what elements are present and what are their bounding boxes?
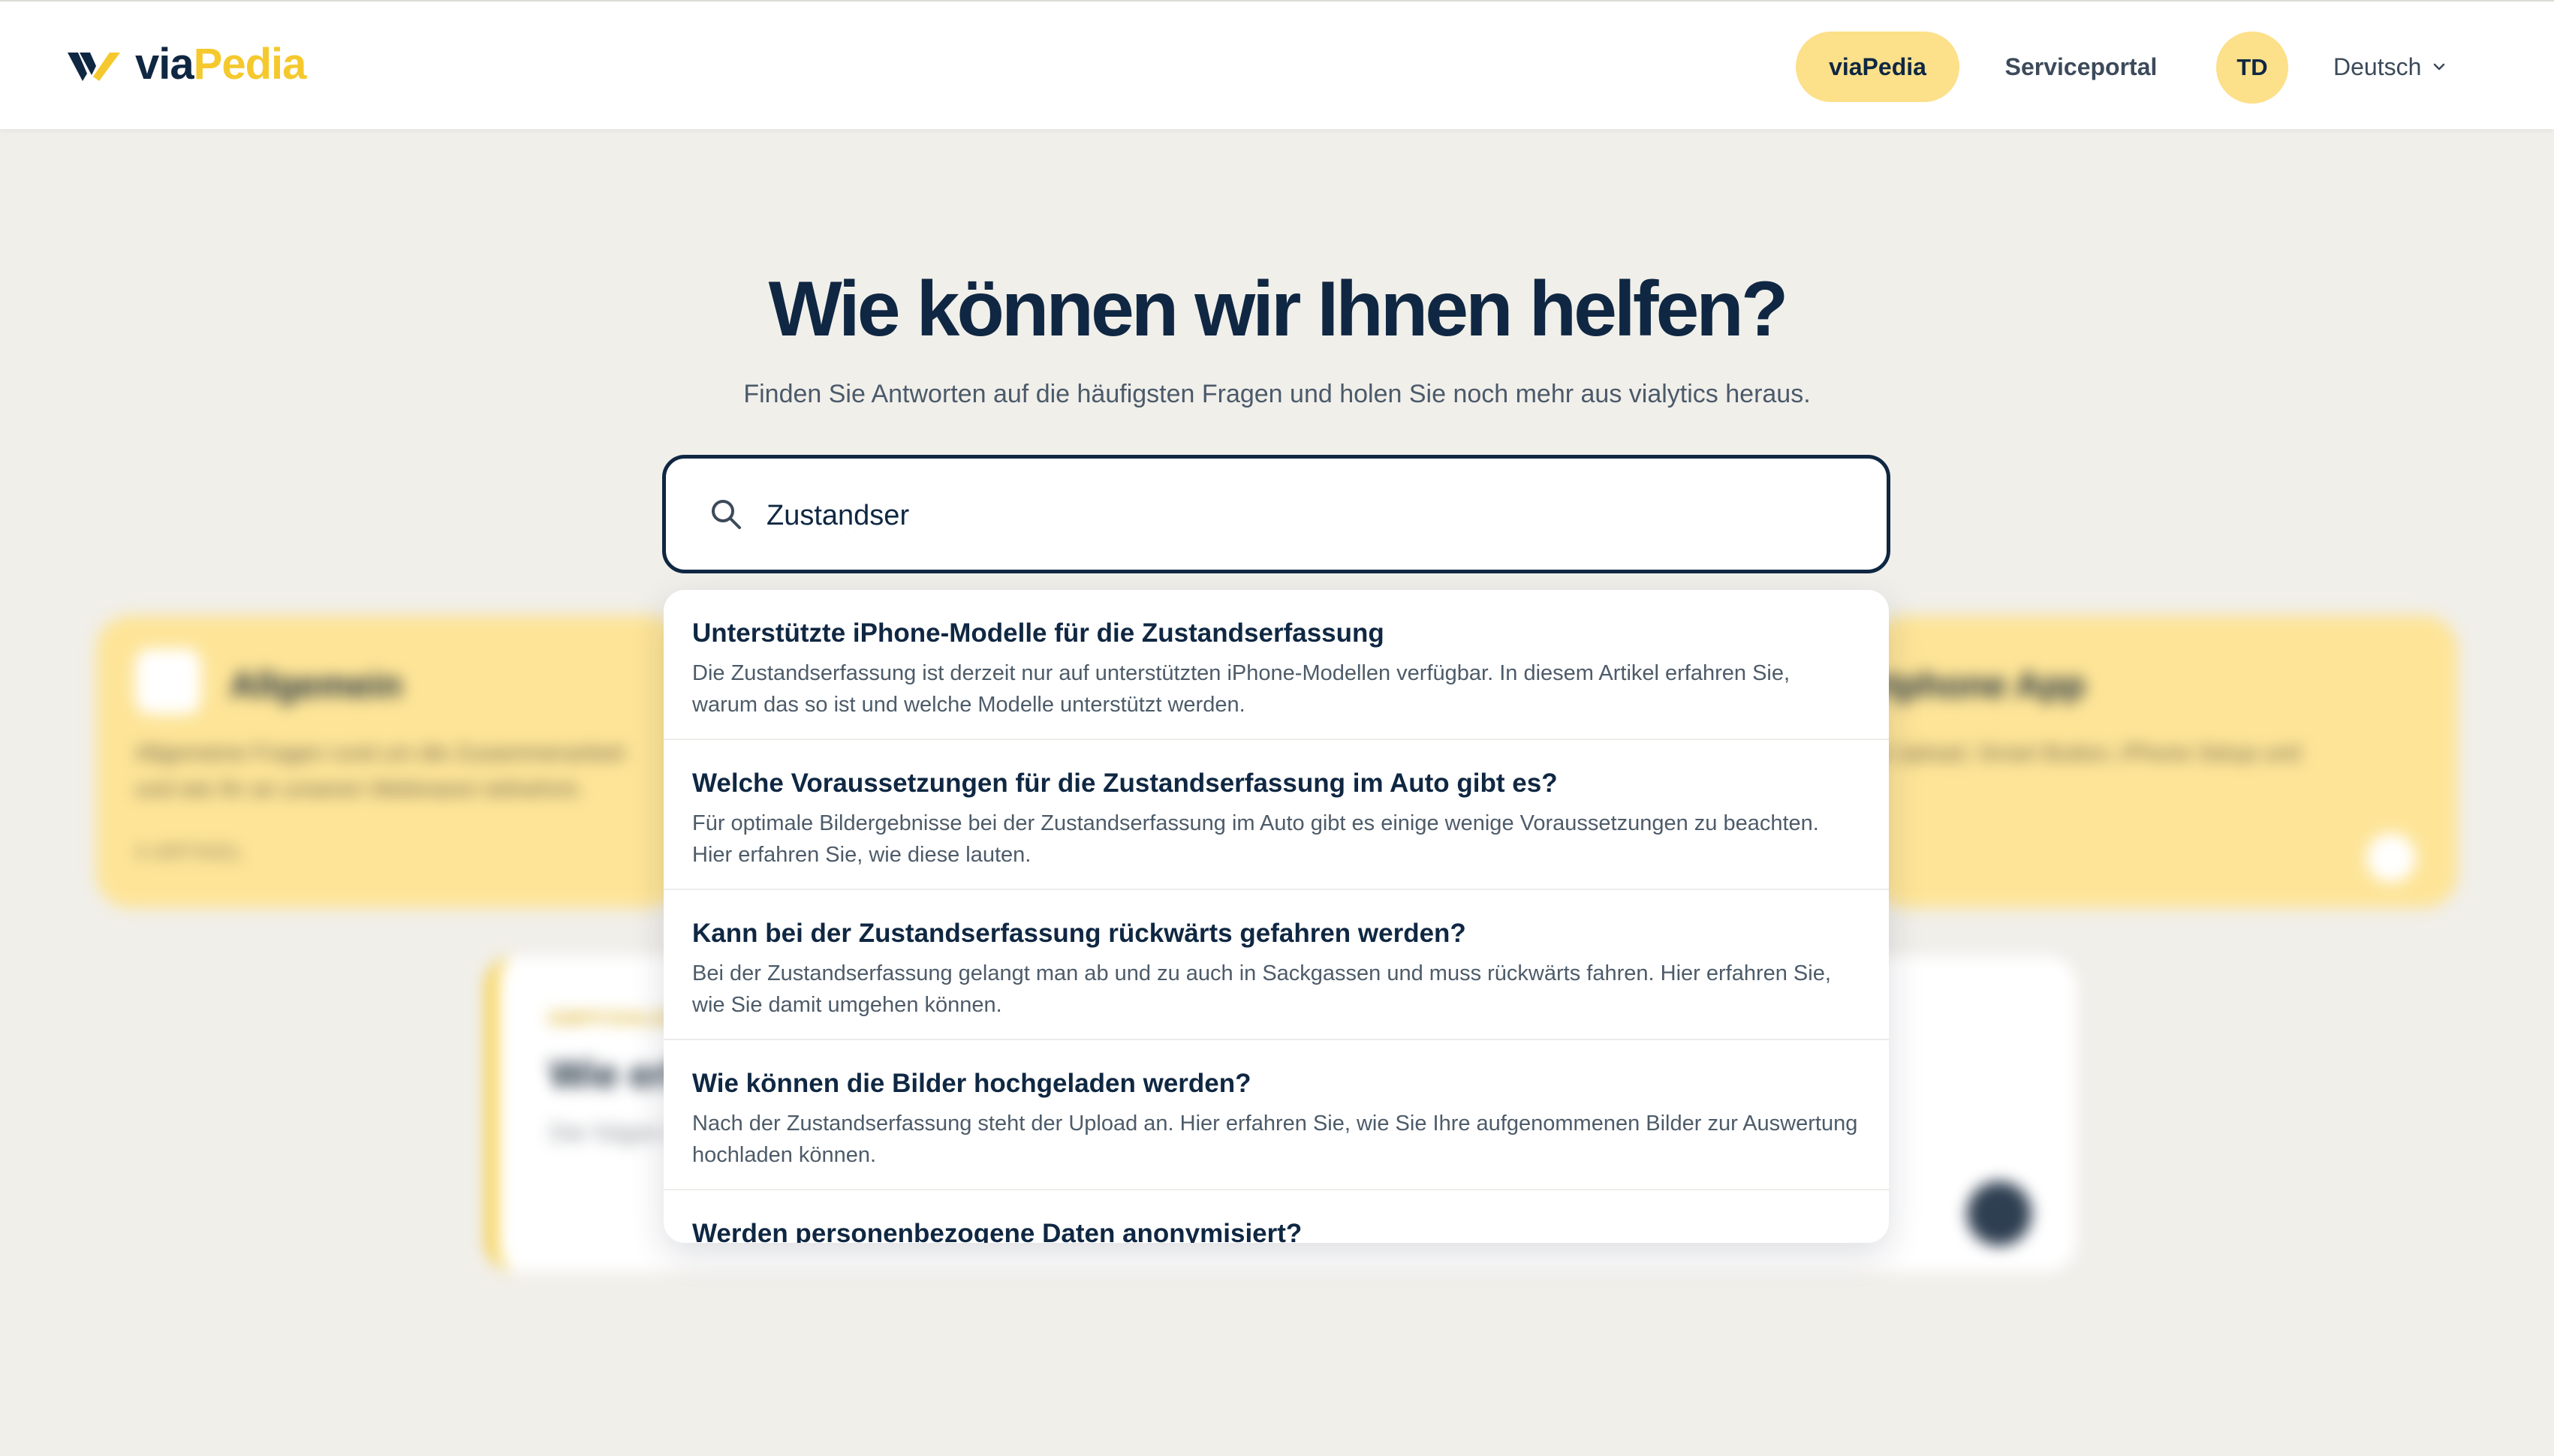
search-result-title: Wie können die Bilder hochgeladen werden…	[692, 1069, 1251, 1098]
category-card-allgemein: Allgemein Allgemeine Fragen rund um die …	[96, 615, 682, 908]
search-result-title: Kann bei der Zustandserfassung rückwärts…	[692, 919, 1466, 948]
user-avatar[interactable]: TD	[2216, 32, 2288, 104]
search-result-item[interactable]: Kann bei der Zustandserfassung rückwärts…	[664, 890, 1889, 1040]
nav-item-serviceportal[interactable]: Serviceportal	[1976, 32, 2186, 102]
search-result-item[interactable]: Werden personenbezogene Daten anonymisie…	[664, 1190, 1889, 1243]
logo-mark-icon	[68, 53, 120, 81]
search-result-title: Unterstützte iPhone-Modelle für die Zust…	[692, 618, 1384, 648]
search-result-title: Werden personenbezogene Daten anonymisie…	[692, 1219, 1303, 1243]
search-icon	[712, 500, 741, 529]
search-result-item[interactable]: Unterstützte iPhone-Modelle für die Zust…	[664, 590, 1889, 740]
category-count: 4 ARTIKEL	[135, 841, 245, 863]
search-input[interactable]	[765, 481, 1849, 550]
language-label: Deutsch	[2333, 53, 2422, 80]
top-navigation-bar: viaPedia viaPedia Serviceportal TD Deuts…	[0, 0, 2554, 129]
category-title: Allgemein	[230, 666, 402, 705]
search-box[interactable]	[662, 455, 1890, 573]
category-card-smartphone-app: rtphone App & Upload, Smart Button, iPho…	[1872, 615, 2458, 908]
arrow-right-icon	[1967, 1181, 2031, 1246]
search-result-description: Für optimale Bildergebnisse bei der Zust…	[692, 811, 1819, 867]
language-selector[interactable]: Deutsch	[2333, 32, 2447, 102]
search-result-description: Die Zustandserfassung ist derzeit nur au…	[692, 661, 1791, 717]
viapedia-logo[interactable]: viaPedia	[68, 42, 306, 87]
search-result-description: Nach der Zustandserfassung steht der Upl…	[692, 1112, 1858, 1167]
nav-item-viapedia[interactable]: viaPedia	[1796, 32, 1959, 102]
arrow-right-icon	[2366, 833, 2416, 883]
category-description: & Upload, Smart Button, iPhone Setup und	[1872, 741, 2301, 766]
search-result-item[interactable]: Wie können die Bilder hochgeladen werden…	[664, 1040, 1889, 1190]
logo-text: viaPedia	[135, 40, 306, 89]
search-results-dropdown: Unterstützte iPhone-Modelle für die Zust…	[664, 590, 1889, 1243]
search-result-description: Bei der Zustandserfassung gelangt man ab…	[692, 961, 1831, 1017]
category-description: Allgemeine Fragen rund um die Zusammenar…	[135, 741, 625, 802]
search-result-title: Welche Voraussetzungen für die Zustandse…	[692, 769, 1558, 798]
chevron-down-icon	[2434, 63, 2445, 71]
category-title: rtphone App	[1872, 666, 2086, 705]
document-icon	[135, 648, 201, 714]
search-result-item[interactable]: Welche Voraussetzungen für die Zustandse…	[664, 740, 1889, 890]
